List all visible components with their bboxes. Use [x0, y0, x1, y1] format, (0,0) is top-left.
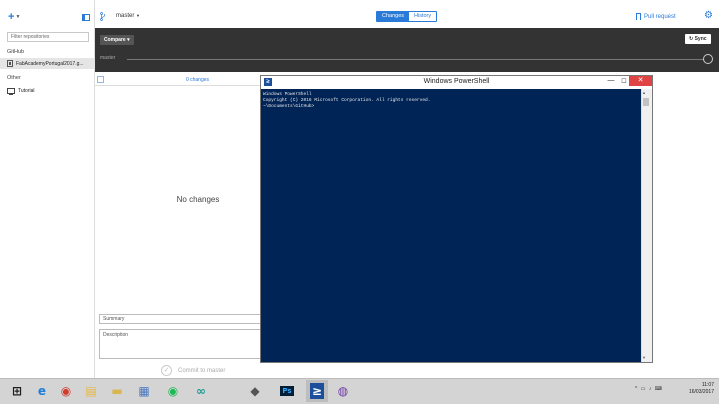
pull-request-label: Pull request [644, 13, 676, 20]
tab-history[interactable]: History [409, 12, 437, 21]
file-explorer-icon: ▤ [85, 384, 97, 398]
inkscape-icon: ◆ [250, 384, 260, 398]
scroll-down-icon[interactable]: ▼ [642, 355, 646, 360]
commit-button[interactable]: ✓ Commit to master [161, 365, 225, 376]
sync-icon: ↻ [689, 36, 694, 42]
checkmark-icon: ✓ [161, 365, 172, 376]
system-tray[interactable]: ^ ▭ ♪ ⌨ [635, 386, 663, 392]
powershell-console[interactable]: Windows PowerShell Copyright (C) 2016 Mi… [261, 89, 641, 362]
section-other-label: Other [7, 75, 21, 81]
gear-icon[interactable]: ⚙ [704, 11, 713, 21]
maximize-button[interactable]: ☐ [619, 77, 629, 87]
spotify-icon: ◉ [167, 384, 179, 398]
taskbar-button[interactable]: ▤ [80, 380, 102, 402]
taskbar-button[interactable]: ◉ [162, 380, 184, 402]
scroll-up-icon[interactable]: ▲ [642, 90, 646, 95]
photoshop-icon: Ps [280, 386, 294, 396]
taskbar-button[interactable]: ◍ [332, 380, 354, 402]
powershell-icon: ≥ [309, 383, 325, 399]
monitor-icon [7, 87, 15, 95]
arduino-icon: ∞ [196, 384, 206, 398]
clock-time: 11:07 [701, 382, 714, 388]
repo-item-tutorial[interactable]: Tutorial [0, 85, 95, 96]
taskbar-button[interactable]: ◉ [55, 380, 77, 402]
taskbar-button[interactable]: ⊞ [6, 380, 28, 402]
repository-sidebar [0, 0, 95, 378]
repo-item-label: FabAcademyPortugal2017.g... [16, 60, 84, 67]
repo-item-fabacademy[interactable]: FabAcademyPortugal2017.g... [0, 58, 95, 69]
compare-button[interactable]: Compare ▾ [100, 35, 134, 45]
branch-icon [100, 12, 105, 21]
sidebar-toggle-icon[interactable] [82, 14, 90, 21]
compare-bar [95, 28, 719, 72]
taskbar-button[interactable]: ▦ [133, 380, 155, 402]
taskbar-button[interactable]: e [31, 380, 53, 402]
repository-icon [7, 60, 13, 67]
taskbar-button[interactable]: ∞ [190, 380, 212, 402]
history-timeline [127, 59, 705, 60]
taskbar-button[interactable]: ≥ [306, 380, 328, 402]
commit-description-input[interactable] [99, 329, 264, 359]
add-repository-button[interactable]: +▼ [8, 12, 24, 23]
folder-icon: ▬ [111, 384, 123, 398]
chevron-down-icon: ▼ [136, 13, 140, 18]
repo-item-label: Tutorial [18, 87, 35, 94]
start-icon: ⊞ [11, 384, 23, 398]
pull-request-button[interactable]: Pull request [636, 13, 676, 20]
minimize-button[interactable]: — [606, 77, 616, 87]
internet-explorer-icon: e [37, 384, 47, 398]
console-prompt: ~\Documents\GitHub> [263, 104, 315, 109]
scrollbar-thumb[interactable] [643, 98, 649, 106]
pull-request-icon [636, 13, 641, 20]
chrome-icon: ◉ [60, 384, 72, 398]
commit-summary-input[interactable] [99, 314, 264, 324]
taskbar-button[interactable]: Ps [276, 380, 298, 402]
clock-date: 16/03/2017 [688, 389, 714, 395]
taskbar-button[interactable]: ▬ [106, 380, 128, 402]
sync-button[interactable]: ↻ Sync [685, 34, 711, 44]
document-icon: ▦ [138, 384, 150, 398]
branch-selector[interactable]: master ▼ [116, 13, 140, 19]
taskbar-clock[interactable]: 11:07 16/03/2017 [680, 382, 714, 396]
branch-name-label: master [116, 13, 135, 19]
vertical-scrollbar[interactable] [641, 89, 652, 362]
github-desktop-icon: ◍ [337, 384, 349, 398]
view-tabs: Changes History [376, 11, 438, 22]
timeline-branch-label: master [100, 55, 116, 61]
commit-button-label: Commit to master [178, 367, 226, 374]
tab-changes[interactable]: Changes [377, 12, 410, 21]
timeline-commit-node[interactable] [703, 54, 713, 64]
taskbar-button[interactable]: ◆ [244, 380, 266, 402]
filter-repositories-input[interactable] [7, 32, 89, 42]
section-github-label: GitHub [7, 49, 25, 55]
close-button[interactable]: ✕ [629, 76, 652, 86]
window-title: Windows PowerShell [423, 78, 490, 85]
